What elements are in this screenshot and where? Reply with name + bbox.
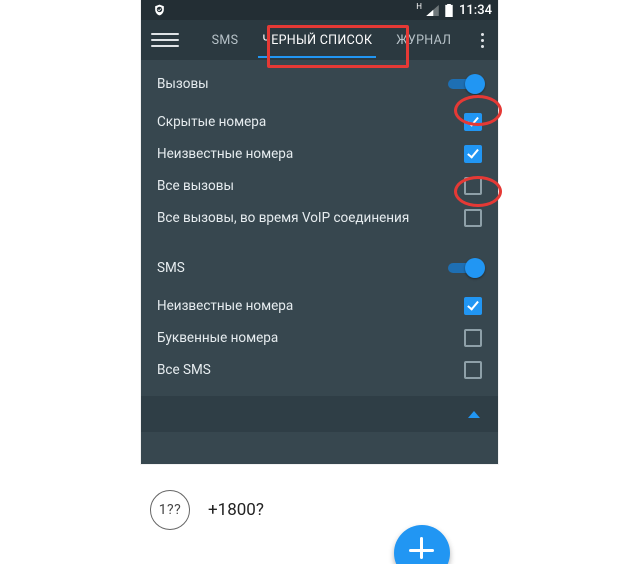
item-label: Все SMS: [157, 362, 464, 378]
battery-icon: [445, 4, 453, 17]
tab-journal-label: ЖУРНАЛ: [396, 33, 451, 48]
tab-sms-label: SMS: [212, 33, 239, 48]
item-label: Неизвестные номера: [157, 146, 464, 162]
list-item[interactable]: Все вызовы: [141, 170, 498, 202]
shield-icon: [153, 3, 166, 17]
list-item[interactable]: Неизвестные номера: [141, 138, 498, 170]
calls-header-row: Вызовы: [141, 68, 498, 100]
entry-number: +1800?: [208, 500, 264, 520]
chevron-up-icon: [468, 411, 480, 418]
sms-title: SMS: [157, 260, 448, 276]
calls-title: Вызовы: [157, 76, 448, 92]
number-entry[interactable]: 1?? +1800?: [150, 490, 264, 530]
checkbox[interactable]: [464, 145, 482, 163]
tab-blacklist-label: ЧЕРНЫЙ СПИСОК: [262, 33, 372, 48]
checkbox[interactable]: [464, 361, 482, 379]
tab-sms[interactable]: SMS: [200, 20, 251, 60]
network-type: H: [416, 2, 422, 11]
clock: 11:34: [459, 3, 492, 18]
list-item[interactable]: Скрытые номера: [141, 106, 498, 138]
item-label: Буквенные номера: [157, 330, 464, 346]
entry-avatar-text: 1??: [159, 502, 182, 518]
overflow-icon[interactable]: [472, 33, 492, 48]
app-bar: SMS ЧЕРНЫЙ СПИСОК ЖУРНАЛ: [141, 20, 498, 60]
signal-icon: [426, 5, 439, 16]
checkbox[interactable]: [464, 297, 482, 315]
sms-header-row: SMS: [141, 252, 498, 284]
status-bar: H 11:34: [141, 0, 498, 20]
tab-blacklist[interactable]: ЧЕРНЫЙ СПИСОК: [250, 20, 384, 60]
item-label: Все вызовы: [157, 178, 464, 194]
item-label: Все вызовы, во время VoIP соединения: [157, 210, 464, 226]
item-label: Неизвестные номера: [157, 298, 464, 314]
list-item[interactable]: Неизвестные номера: [141, 290, 498, 322]
menu-icon[interactable]: [147, 26, 183, 54]
tab-journal[interactable]: ЖУРНАЛ: [384, 20, 455, 60]
checkbox[interactable]: [464, 177, 482, 195]
item-label: Скрытые номера: [157, 114, 464, 130]
list-item[interactable]: Буквенные номера: [141, 322, 498, 354]
phone-screen: H 11:34 SMS ЧЕРНЫЙ СПИСОК ЖУРНАЛ Вызовы: [141, 0, 498, 464]
sms-toggle[interactable]: [448, 259, 482, 277]
checkbox[interactable]: [464, 113, 482, 131]
add-button[interactable]: [394, 525, 450, 564]
checkbox[interactable]: [464, 209, 482, 227]
tabs: SMS ЧЕРНЫЙ СПИСОК ЖУРНАЛ: [183, 20, 472, 60]
calls-toggle[interactable]: [448, 75, 482, 93]
checkbox[interactable]: [464, 329, 482, 347]
settings-list: Вызовы Скрытые номера Неизвестные номера…: [141, 60, 498, 390]
list-item[interactable]: Все вызовы, во время VoIP соединения: [141, 202, 498, 234]
list-item[interactable]: Все SMS: [141, 354, 498, 386]
collapse-bar[interactable]: [141, 396, 498, 432]
entry-avatar: 1??: [150, 490, 190, 530]
